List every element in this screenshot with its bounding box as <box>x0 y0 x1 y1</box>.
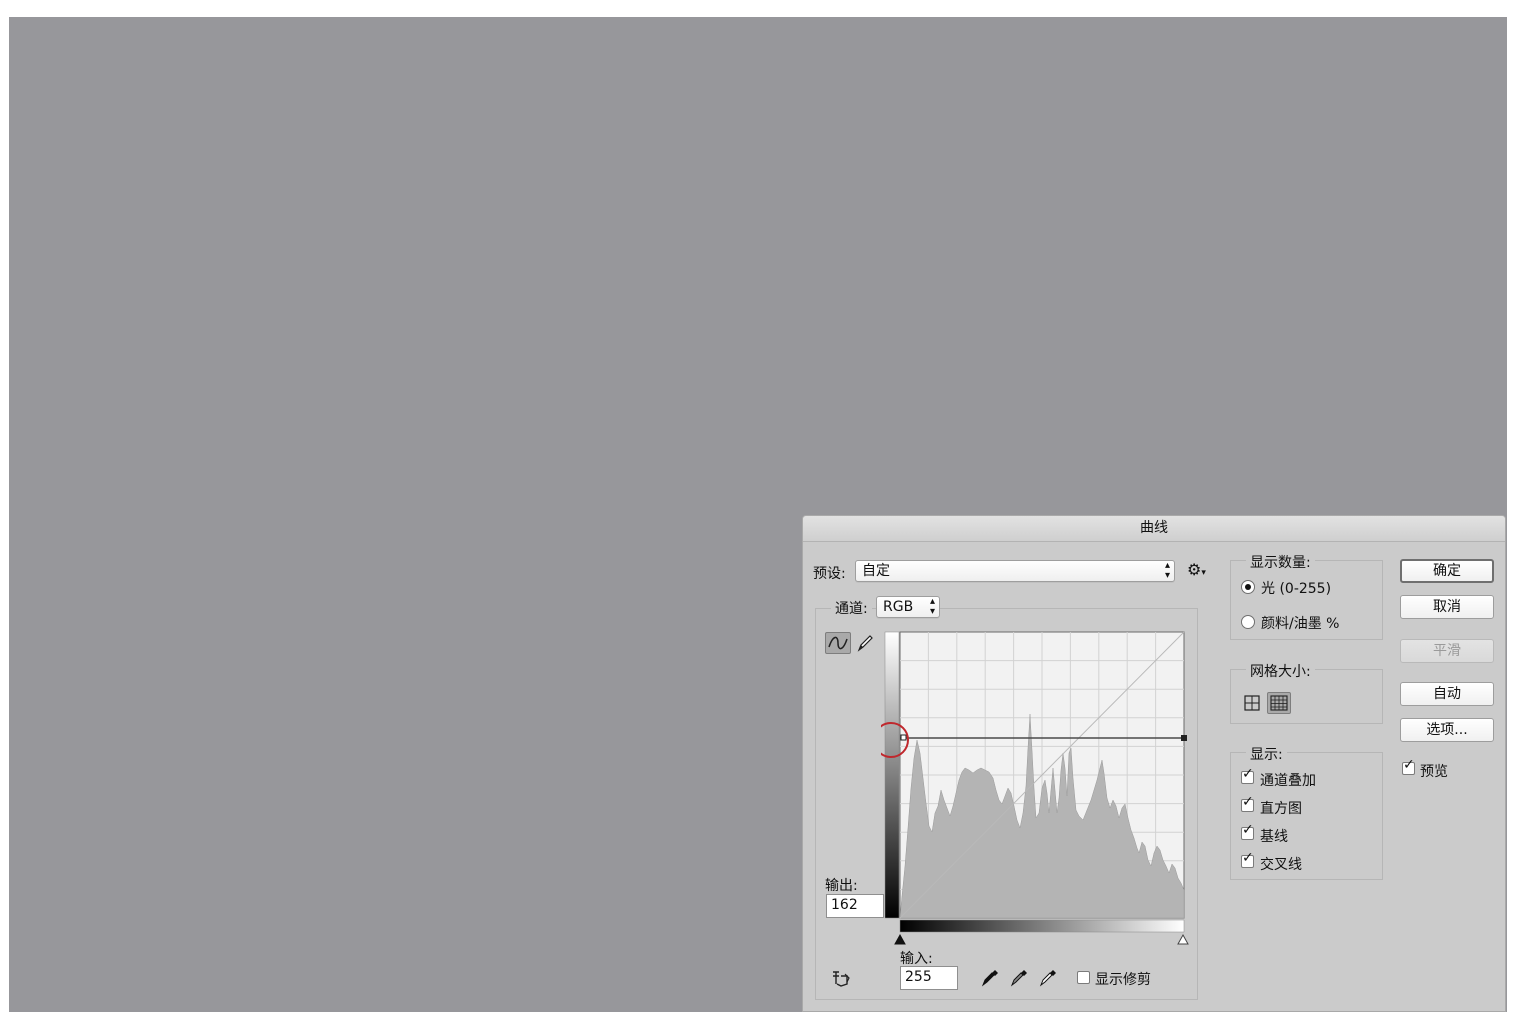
curve-graph[interactable] <box>881 628 1191 948</box>
show-title: 显示: <box>1246 744 1287 764</box>
simple-grid-icon[interactable] <box>1243 694 1261 712</box>
dialog-title: 曲线 <box>803 516 1505 542</box>
check-icon: ✓ <box>1242 850 1254 866</box>
curve-point <box>1181 735 1187 741</box>
cancel-button[interactable]: 取消 <box>1400 595 1494 619</box>
baseline-label: 基线 <box>1260 829 1288 845</box>
light-radio[interactable] <box>1241 580 1255 594</box>
black-point-slider <box>894 933 906 945</box>
preview-checkbox[interactable]: ✓ <box>1402 758 1415 775</box>
curves-dialog: 曲线 预设: 自定 ▴ ▾ ⚙▾ 通道: RGB ▴ ▾ 输出: 162 输入:… <box>802 515 1506 1012</box>
pigment-radio-label: 颜料/油墨 % <box>1261 616 1340 632</box>
detailed-grid-icon[interactable] <box>1267 692 1291 714</box>
histogram-checkbox[interactable]: ✓ <box>1241 795 1254 812</box>
check-icon: ✓ <box>1403 757 1415 773</box>
preset-select[interactable]: 自定 ▴ ▾ <box>855 560 1175 582</box>
pigment-radio[interactable] <box>1241 615 1255 629</box>
curve-point-left <box>900 734 907 741</box>
radio-dot <box>1245 584 1251 590</box>
show-clipping-checkbox[interactable] <box>1077 971 1090 984</box>
channel-label: 通道: <box>831 598 872 618</box>
preview-label: 预览 <box>1420 764 1448 780</box>
intersection-line-checkbox[interactable]: ✓ <box>1241 851 1254 868</box>
options-button[interactable]: 选项... <box>1400 718 1494 742</box>
intersection-line-label: 交叉线 <box>1260 857 1302 873</box>
input-field[interactable]: 255 <box>900 966 958 990</box>
check-icon: ✓ <box>1242 822 1254 838</box>
output-field[interactable]: 162 <box>826 894 884 918</box>
check-icon: ✓ <box>1242 794 1254 810</box>
gray-eyedropper-icon[interactable] <box>1008 966 1030 988</box>
input-gradient-bar <box>899 919 1185 933</box>
channel-overlay-label: 通道叠加 <box>1260 773 1316 789</box>
curve-tool-icon[interactable] <box>825 632 851 654</box>
channel-select[interactable]: RGB ▴ ▾ <box>876 596 940 618</box>
histogram-label: 直方图 <box>1260 801 1302 817</box>
smooth-button[interactable]: 平滑 <box>1400 639 1494 663</box>
check-icon: ✓ <box>1242 766 1254 782</box>
gear-icon[interactable]: ⚙▾ <box>1187 560 1206 579</box>
baseline-checkbox[interactable]: ✓ <box>1241 823 1254 840</box>
pencil-tool-icon[interactable] <box>855 632 875 654</box>
hand-adjust-icon[interactable] <box>827 968 853 990</box>
white-eyedropper-icon[interactable] <box>1037 966 1059 988</box>
white-point-slider <box>1177 933 1189 945</box>
preset-value: 自定 <box>862 563 890 579</box>
show-clipping-label: 显示修剪 <box>1095 972 1151 988</box>
preset-label: 预设: <box>813 566 846 582</box>
output-label: 输出: <box>825 878 858 894</box>
light-radio-label: 光 (0-255) <box>1261 581 1332 597</box>
black-eyedropper-icon[interactable] <box>979 966 1001 988</box>
input-label: 输入: <box>900 951 933 967</box>
channel-overlay-checkbox[interactable]: ✓ <box>1241 767 1254 784</box>
grid-size-title: 网格大小: <box>1246 661 1315 681</box>
channel-value: RGB <box>883 599 914 615</box>
select-arrows-icon: ▴ ▾ <box>929 596 935 617</box>
display-amount-title: 显示数量: <box>1246 552 1315 572</box>
auto-button[interactable]: 自动 <box>1400 682 1494 706</box>
ok-button[interactable]: 确定 <box>1400 559 1494 583</box>
select-arrows-icon: ▴ ▾ <box>1164 560 1170 581</box>
output-gradient-bar <box>884 631 900 919</box>
